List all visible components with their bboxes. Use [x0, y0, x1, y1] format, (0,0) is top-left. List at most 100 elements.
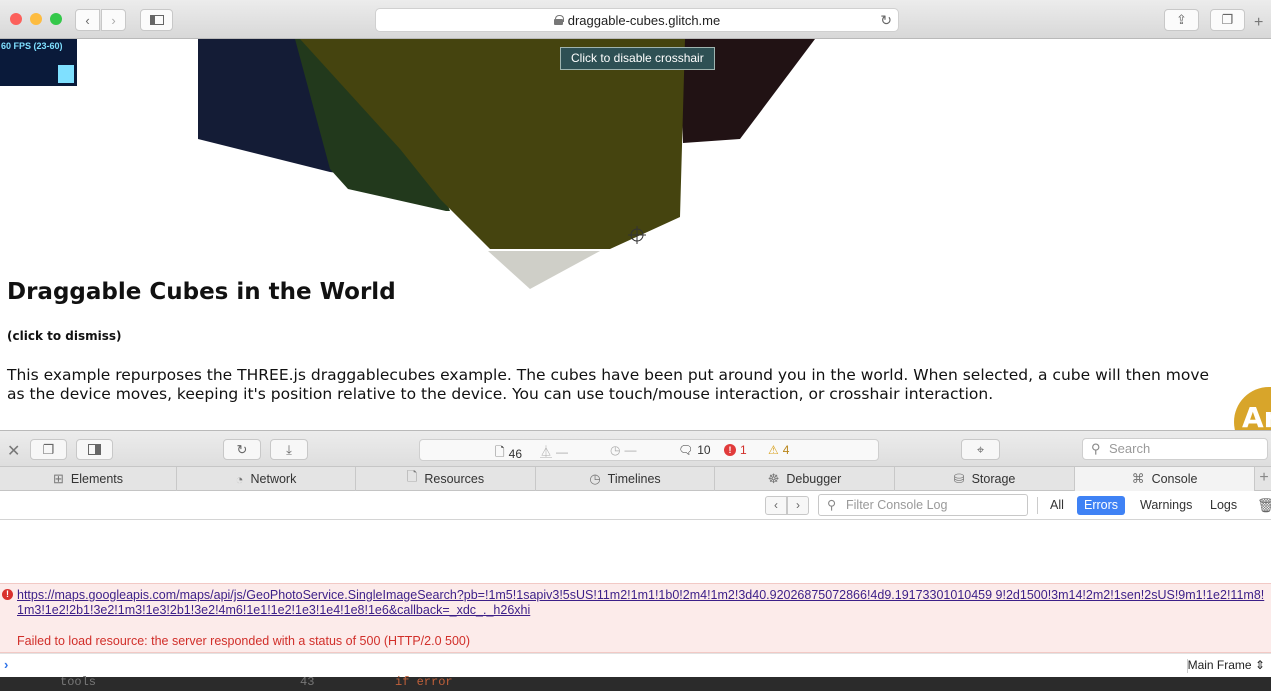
underlay-text-left: tools [60, 675, 97, 689]
load-time: ⏅ — [540, 443, 568, 460]
description-text: This example repurposes the THREE.js dra… [7, 366, 1210, 403]
tab-resources[interactable]: 🗋 Resources [356, 467, 536, 491]
url-text: draggable-cubes.glitch.me [567, 12, 721, 28]
console-icon: ⌘ [1131, 471, 1145, 486]
filter-divider [1037, 497, 1038, 514]
warning-icon: ⚠ [768, 443, 779, 457]
error-icon: ! [724, 444, 736, 456]
updown-icon: ⇕ [1254, 658, 1265, 672]
reload-page-button[interactable]: ↻ [223, 439, 261, 460]
share-icon: ⇪ [1176, 12, 1187, 27]
message-icon: 🗨 [678, 443, 694, 457]
background-window-strip: tools 43 if error [0, 675, 1271, 691]
address-bar[interactable]: draggable-cubes.glitch.me ↻ [375, 8, 899, 32]
load-time-value: — [556, 444, 569, 459]
console-count[interactable]: 🗨 10 [678, 443, 711, 457]
clear-log-icon[interactable]: 🗑 [1257, 497, 1271, 514]
detach-inspector-button[interactable]: ❐ [30, 439, 67, 460]
error-icon: ! [2, 589, 13, 600]
tab-console[interactable]: ⌘ Console [1075, 467, 1255, 491]
tab-debugger[interactable]: ☸ Debugger [715, 467, 895, 491]
back-button[interactable]: ‹ [75, 9, 100, 31]
tab-label: Debugger [786, 472, 842, 486]
tab-network[interactable]: ◔ Network [177, 467, 356, 491]
filter-warnings[interactable]: Warnings [1133, 496, 1199, 515]
target-icon: ⌖ [976, 441, 985, 457]
storage-icon: ⛁ [953, 471, 965, 486]
zoom-window-button[interactable] [50, 13, 62, 25]
web-viewport[interactable]: 60 FPS (23-60) Click to disable crosshai… [0, 39, 1271, 430]
inspector-search-input[interactable]: ⚲ Search [1082, 438, 1268, 460]
browser-toolbar: ‹ › draggable-cubes.glitch.me ↻ ⇪ ❐ + [0, 0, 1271, 39]
dismiss-link[interactable]: (click to dismiss) [7, 329, 122, 343]
document-icon: 🗋 [495, 445, 505, 459]
forward-button[interactable]: › [101, 9, 126, 31]
error-message-text: Failed to load resource: the server resp… [17, 634, 471, 648]
search-placeholder: Search [1109, 441, 1151, 456]
download-icon: ⤓ [286, 441, 292, 457]
debugger-icon: ☸ [767, 471, 780, 486]
resources-icon: 🗋 [406, 469, 418, 484]
element-picker-button[interactable]: ⌖ [961, 439, 1000, 460]
close-inspector-icon[interactable]: ✕ [7, 441, 20, 461]
page-time: ◷ — [610, 443, 636, 457]
download-archive-button[interactable]: ⤓ [270, 439, 308, 460]
tab-label: Storage [971, 472, 1016, 486]
tab-timelines[interactable]: ◷ Timelines [536, 467, 715, 491]
share-button[interactable]: ⇪ [1164, 9, 1199, 31]
network-icon: ◔ [235, 471, 244, 487]
tab-storage[interactable]: ⛁ Storage [895, 467, 1075, 491]
minimize-window-button[interactable] [30, 13, 42, 25]
tabs-icon: ❐ [1221, 12, 1234, 27]
filter-icon: ⚲ [827, 498, 837, 512]
filter-errors[interactable]: Errors [1077, 496, 1126, 515]
page-time-value: — [624, 443, 637, 457]
weight-icon: ⏅ [540, 445, 553, 459]
previous-button[interactable]: ‹ [765, 496, 787, 515]
page-title: Draggable Cubes in the World [7, 279, 396, 305]
reload-icon[interactable]: ↻ [880, 12, 892, 29]
reload-icon: ↻ [236, 441, 248, 457]
tabs-overview-button[interactable]: ❐ [1210, 9, 1245, 31]
console-error-message: ! https://maps.googleapis.com/maps/api/j… [0, 583, 1271, 653]
console-prompt[interactable]: › Main Frame ⇕ [0, 653, 1271, 677]
web-inspector: ✕ ❐ ↻ ⤓ 🗋 46 ⏅ — ◷ — 🗨 10 ! 1 ⚠ 4 ⌖ ⚲ Se… [0, 430, 1271, 677]
filter-logs[interactable]: Logs [1203, 496, 1244, 515]
lock-icon [553, 15, 564, 25]
chevron-left-icon: ‹ [85, 12, 90, 28]
console-filter-bar: ‹ › ⚲ Filter Console Log All Errors Warn… [0, 491, 1271, 520]
next-button[interactable]: › [787, 496, 809, 515]
elements-icon: ⊞ [52, 471, 64, 486]
close-window-button[interactable] [10, 13, 22, 25]
tab-elements[interactable]: ⊞ Elements [0, 467, 177, 491]
error-url-link[interactable]: https://maps.googleapis.com/maps/api/js/… [17, 588, 1267, 618]
sidebar-button[interactable] [140, 9, 173, 31]
fps-label: 60 FPS (23-60) [1, 41, 63, 51]
fps-meter: 60 FPS (23-60) [0, 39, 77, 86]
resource-count[interactable]: 🗋 46 [495, 443, 522, 464]
chevron-right-icon: › [111, 12, 116, 28]
tab-label: Elements [70, 472, 123, 486]
chevron-left-icon: ‹ [774, 498, 778, 512]
sidebar-icon [149, 15, 164, 25]
add-tab-icon[interactable]: + [1257, 467, 1271, 491]
execution-context-select[interactable]: Main Frame ⇕ [1188, 658, 1265, 672]
warning-count[interactable]: ⚠ 4 [768, 443, 789, 457]
inspector-tab-bar: ⊞ Elements ◔ Network 🗋 Resources ◷ Timelines… [0, 467, 1271, 491]
clock-icon: ◷ [610, 443, 621, 457]
tab-label: Console [1151, 472, 1198, 486]
crosshair-toggle-button[interactable]: Click to disable crosshair [560, 47, 715, 70]
warning-count-value: 4 [782, 443, 790, 457]
new-tab-icon[interactable]: + [1254, 14, 1263, 32]
filter-all[interactable]: All [1043, 496, 1071, 515]
underlay-text-mid: 43 [300, 675, 315, 689]
prompt-chevron-icon: › [4, 657, 9, 672]
inspector-toolbar: ✕ ❐ ↻ ⤓ 🗋 46 ⏅ — ◷ — 🗨 10 ! 1 ⚠ 4 ⌖ ⚲ Se… [0, 430, 1271, 467]
detach-icon: ❐ [42, 441, 55, 457]
filter-console-input[interactable]: ⚲ Filter Console Log [818, 494, 1028, 516]
dock-side-button[interactable] [76, 439, 113, 460]
underlay-text-right: if error [395, 675, 453, 689]
search-icon: ⚲ [1091, 441, 1101, 456]
console-count-value: 10 [697, 443, 711, 457]
error-count[interactable]: ! 1 [724, 443, 747, 457]
